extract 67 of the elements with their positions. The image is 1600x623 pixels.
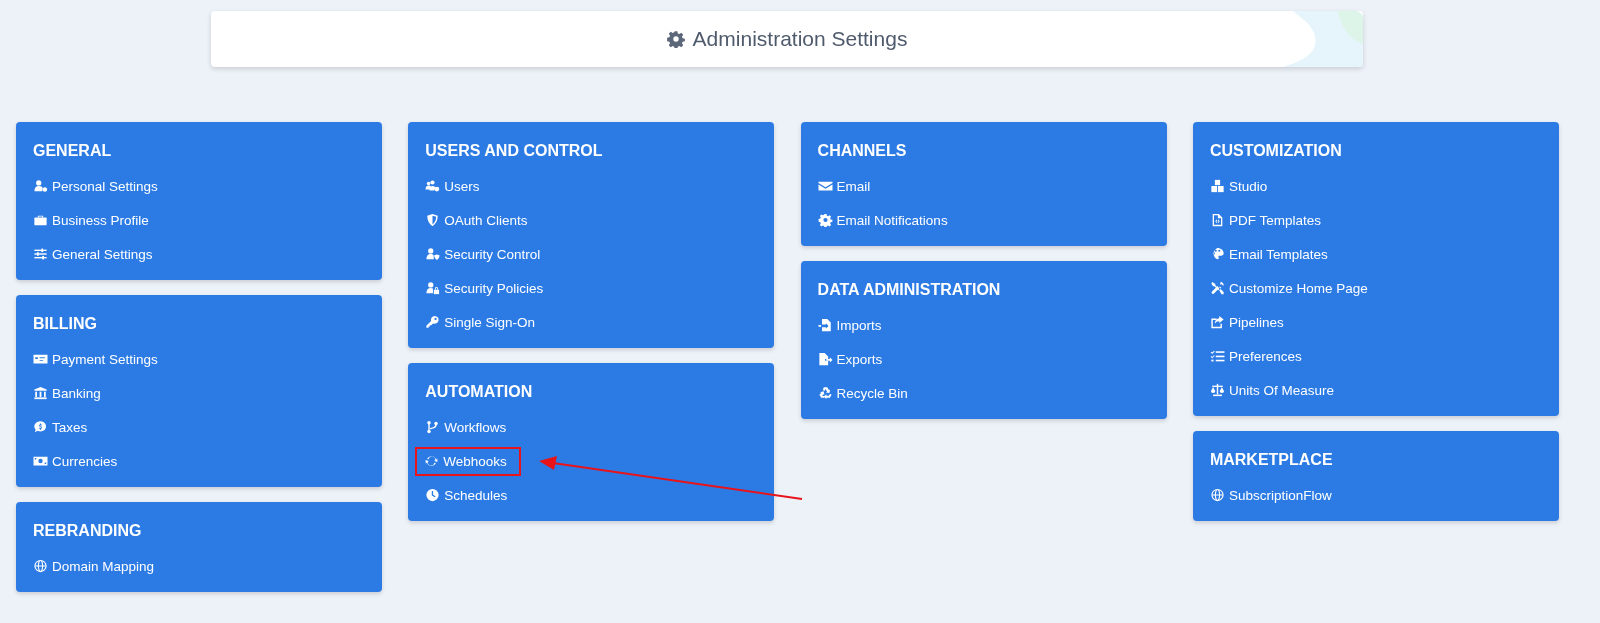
settings-link[interactable]: Banking [31, 378, 103, 408]
settings-link[interactable]: Schedules [423, 480, 510, 510]
user-shield-icon [425, 247, 441, 261]
user-gear-icon [33, 179, 48, 193]
share-icon [1209, 315, 1225, 329]
settings-link[interactable]: Workflows [423, 412, 509, 442]
settings-link[interactable]: General Settings [31, 239, 155, 269]
settings-link[interactable]: Exports [815, 344, 885, 374]
shield-icon [425, 213, 441, 227]
settings-icon [666, 30, 685, 48]
settings-link[interactable]: SubscriptionFlow [1207, 480, 1334, 510]
section-title: AUTOMATION [425, 382, 534, 402]
settings-link[interactable]: Webhooks [415, 446, 521, 476]
settings-link[interactable]: Payment Settings [31, 344, 160, 374]
section-title: MARKETPLACE [1209, 450, 1334, 470]
settings-link[interactable]: Email Templates [1207, 239, 1330, 269]
envelope-icon [817, 179, 833, 193]
briefcase-icon [33, 213, 48, 227]
section-title: CHANNELS [817, 141, 908, 161]
key-icon [425, 315, 441, 329]
users-gear-icon [425, 179, 441, 193]
user-lock-icon [425, 281, 441, 295]
settings-link[interactable]: Units Of Measure [1207, 375, 1336, 405]
section-title: DATA ADMINISTRATION [817, 280, 1002, 300]
clock-icon [425, 488, 441, 502]
bank-icon [33, 386, 48, 400]
section-title: CUSTOMIZATION [1209, 141, 1343, 161]
page-title: Administration Settings [692, 27, 908, 51]
settings-link[interactable]: Preferences [1207, 341, 1304, 371]
settings-link[interactable]: Security Control [423, 239, 543, 269]
settings-link[interactable]: Pipelines [1207, 307, 1286, 337]
branch-icon [425, 420, 441, 434]
banknote-icon [33, 454, 48, 468]
sync-icon [424, 454, 440, 468]
file-export-icon [817, 352, 833, 366]
settings-link[interactable]: OAuth Clients [423, 205, 530, 235]
globe-icon [1209, 488, 1225, 502]
settings-link[interactable]: Currencies [31, 446, 120, 476]
settings-link[interactable]: Email [815, 171, 873, 201]
tools-icon [1209, 281, 1225, 295]
recycle-icon [817, 386, 833, 400]
settings-link[interactable]: Recycle Bin [815, 378, 910, 408]
section-title: USERS AND CONTROL [425, 141, 604, 161]
settings-link[interactable]: Single Sign-On [423, 307, 538, 337]
section-title: REBRANDING [33, 521, 143, 541]
dollar-bubble-icon [33, 420, 48, 434]
settings-link[interactable]: Personal Settings [31, 171, 160, 201]
scale-icon [1209, 383, 1225, 397]
settings-link[interactable]: Taxes [31, 412, 90, 442]
payment-card-icon [33, 352, 48, 366]
settings-link[interactable]: Security Policies [423, 273, 546, 303]
settings-link[interactable]: Customize Home Page [1207, 273, 1370, 303]
file-import-icon [817, 318, 833, 332]
sliders-icon [33, 247, 48, 261]
gear-icon [817, 213, 833, 227]
settings-link[interactable]: Email Notifications [815, 205, 950, 235]
section-title: BILLING [33, 314, 98, 334]
section-title: GENERAL [33, 141, 113, 161]
settings-link[interactable]: PDF Templates [1207, 205, 1323, 235]
settings-link[interactable]: Imports [815, 310, 884, 340]
settings-link[interactable]: Studio [1207, 171, 1270, 201]
globe-icon [33, 559, 48, 573]
list-check-icon [1209, 349, 1225, 363]
boxes-icon [1209, 179, 1225, 193]
settings-link[interactable]: Domain Mapping [31, 551, 157, 581]
settings-link[interactable]: Business Profile [31, 205, 151, 235]
settings-link[interactable]: Users [423, 171, 482, 201]
